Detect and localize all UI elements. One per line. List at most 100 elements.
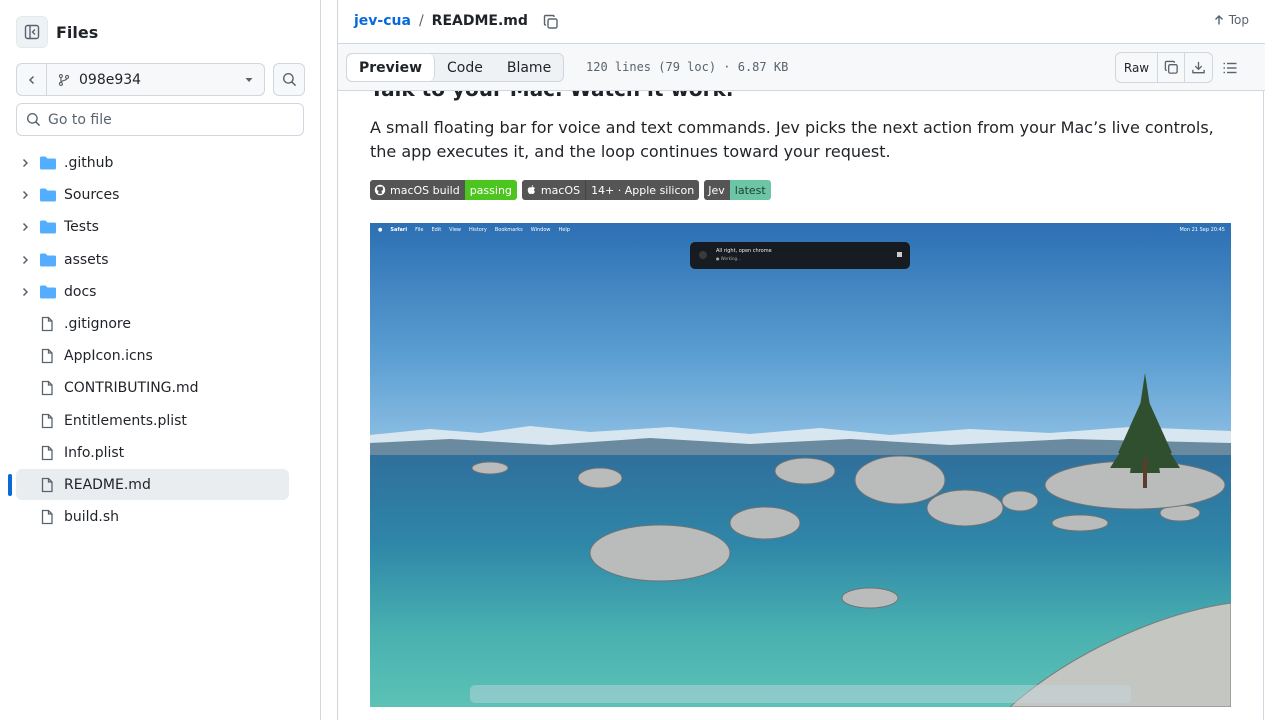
folder-icon — [39, 155, 57, 175]
tree-file-item[interactable]: .gitignore — [0, 308, 320, 340]
copy-raw-button[interactable] — [1158, 53, 1185, 82]
file-icon — [39, 413, 55, 433]
file-info: 120 lines (79 loc) · 6.87 KB — [586, 60, 789, 74]
tree-item-label: README.md — [64, 476, 151, 493]
outline-button[interactable] — [1219, 57, 1241, 79]
tree-item-label: .github — [64, 155, 114, 172]
file-actions: Raw — [1115, 52, 1213, 83]
copy-icon — [543, 14, 558, 29]
badge-left: macOS — [521, 180, 586, 200]
copy-icon — [1164, 60, 1178, 74]
macos-badge[interactable]: macOS 14+ · Apple silicon — [521, 180, 700, 200]
file-icon — [39, 380, 55, 400]
mac-menu-item: History — [469, 226, 487, 233]
copy-path-button[interactable] — [541, 12, 561, 32]
search-icon — [282, 72, 296, 87]
apple-menu-icon: ● — [378, 226, 383, 233]
go-to-file-input[interactable] — [48, 111, 288, 128]
list-icon — [1223, 62, 1237, 74]
tab-blame[interactable]: Blame — [495, 54, 563, 81]
raw-button[interactable]: Raw — [1116, 53, 1158, 82]
badge-label: macOS build — [390, 183, 460, 197]
chevron-right-icon[interactable] — [19, 157, 31, 169]
collapse-sidebar-button[interactable] — [16, 16, 48, 48]
badge-label: Jev — [708, 183, 725, 197]
file-tree-sidebar: Files 098e934 .github Sources Tests assets d… — [0, 0, 321, 720]
breadcrumb-repo-link[interactable]: jev-cua — [354, 13, 411, 29]
readme-description: A small floating bar for voice and text … — [370, 118, 1214, 161]
tree-item-label: assets — [64, 251, 109, 268]
apple-icon — [527, 185, 535, 195]
tree-folder-item[interactable]: Tests — [0, 211, 320, 243]
tree-item-label: Tests — [64, 219, 99, 236]
tree-item-label: Sources — [64, 187, 120, 204]
folder-icon — [39, 252, 57, 272]
jev-floating-bar: All right, open chrome ● Working... — [690, 242, 910, 269]
branch-row: 098e934 — [16, 63, 305, 96]
selected-indicator — [8, 473, 12, 496]
file-toolbar: Preview Code Blame 120 lines (79 loc) · … — [338, 44, 1265, 91]
tree-item-label: Info.plist — [64, 444, 125, 461]
file-view: jev-cua / README.md Top Preview Code Bla… — [337, 0, 1265, 720]
tree-folder-item[interactable]: Sources — [0, 179, 320, 211]
stop-icon — [897, 252, 902, 257]
file-icon — [39, 509, 55, 529]
chevron-right-icon[interactable] — [19, 221, 31, 233]
go-to-file-field[interactable] — [16, 103, 304, 136]
tab-code[interactable]: Code — [435, 54, 495, 81]
tree-file-item[interactable]: README.md — [0, 468, 320, 501]
file-icon — [39, 477, 55, 497]
caret-down-icon — [245, 77, 253, 82]
download-icon — [1192, 61, 1205, 74]
chevron-right-icon[interactable] — [19, 286, 31, 298]
tree-folder-item[interactable]: docs — [0, 276, 320, 308]
tree-folder-item[interactable]: assets — [0, 244, 320, 276]
mac-menu-item: File — [415, 226, 424, 233]
back-button[interactable] — [16, 63, 47, 96]
notification-status: ● Working... — [716, 256, 741, 261]
badge-value: latest — [729, 180, 771, 200]
tree-item-label: build.sh — [64, 509, 120, 526]
build-badge[interactable]: macOS build passing — [370, 180, 517, 200]
mac-dock — [470, 685, 1131, 703]
readme-heading: Talk to your Mac. Watch it work. — [370, 91, 733, 101]
download-button[interactable] — [1185, 53, 1212, 82]
folder-icon — [39, 219, 57, 239]
badge-value: 14+ · Apple silicon — [585, 180, 700, 200]
file-icon — [39, 316, 55, 336]
breadcrumb: jev-cua / README.md — [354, 13, 528, 29]
chevron-right-icon[interactable] — [19, 254, 31, 266]
branch-selector[interactable]: 098e934 — [47, 63, 265, 96]
tree-item-label: AppIcon.icns — [64, 348, 153, 365]
top-label: Top — [1228, 13, 1249, 27]
tree-file-item[interactable]: Info.plist — [0, 437, 320, 469]
tree-folder-item[interactable]: .github — [0, 147, 320, 179]
file-icon — [39, 445, 55, 465]
tree-file-item[interactable]: AppIcon.icns — [0, 340, 320, 372]
chevron-right-icon[interactable] — [19, 189, 31, 201]
badge-left: macOS build — [370, 180, 465, 200]
demo-screenshot: ● Safari File Edit View History Bookmarks Wind… — [370, 223, 1231, 707]
tree-file-item[interactable]: Entitlements.plist — [0, 405, 320, 437]
chevron-left-icon — [28, 75, 34, 84]
file-header: jev-cua / README.md Top — [338, 0, 1265, 44]
lake-landscape-image — [370, 223, 1231, 707]
search-files-button[interactable] — [273, 63, 305, 96]
jev-badge[interactable]: Jev latest — [704, 180, 771, 200]
waveform-icon — [699, 251, 707, 259]
folder-icon — [39, 284, 57, 304]
mac-menu-bar: ● Safari File Edit View History Bookmarks Wind… — [370, 223, 1231, 236]
badge-label: macOS — [540, 183, 581, 197]
tree-file-item[interactable]: build.sh — [0, 501, 320, 533]
folder-icon — [39, 187, 57, 207]
badge-left: Jev — [704, 180, 730, 200]
sidebar-title: Files — [56, 22, 99, 42]
tree-item-label: .gitignore — [64, 316, 131, 333]
tree-file-item[interactable]: CONTRIBUTING.md — [0, 372, 320, 404]
arrow-up-icon — [1214, 15, 1223, 25]
top-link[interactable]: Top — [1213, 13, 1249, 27]
tab-preview[interactable]: Preview — [347, 54, 436, 81]
github-icon — [374, 184, 386, 196]
badge-row: macOS build passing macOS 14+ · Apple si… — [370, 180, 771, 200]
mac-menu-item: Bookmarks — [494, 226, 523, 233]
